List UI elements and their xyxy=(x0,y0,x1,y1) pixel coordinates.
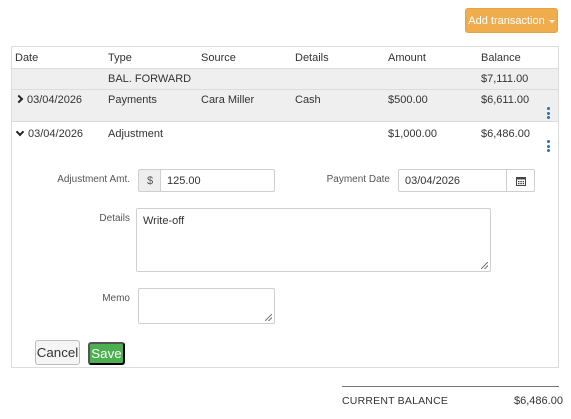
payment-date-label: Payment Date xyxy=(326,174,390,185)
kebab-menu-icon[interactable] xyxy=(546,140,550,152)
row-date-cell: 03/04/2026 xyxy=(15,127,84,140)
header-source: Source xyxy=(201,52,236,64)
adjustment-amount-input[interactable]: 125.00 xyxy=(160,169,275,192)
caret-down-icon xyxy=(548,19,555,23)
row-type: Adjustment xyxy=(108,128,164,140)
header-type: Type xyxy=(108,52,132,64)
table-header: Date Type Source Details Amount Balance xyxy=(12,47,558,69)
table-row-payment[interactable]: 03/04/2026 Payments Cara Miller Cash $50… xyxy=(12,89,558,122)
row-type: Payments xyxy=(108,94,157,106)
resize-grip-icon[interactable] xyxy=(481,262,488,269)
current-balance-value: $6,486.00 xyxy=(514,395,563,407)
kebab-menu-icon[interactable] xyxy=(546,107,550,119)
adjustment-amount-value: 125.00 xyxy=(167,174,201,187)
cancel-button[interactable]: Cancel xyxy=(35,340,80,365)
memo-textarea[interactable] xyxy=(138,288,275,324)
payment-date-input[interactable]: 03/04/2026 xyxy=(398,169,507,192)
table-row-adjustment[interactable]: 03/04/2026 Adjustment $1,000.00 $6,486.0… xyxy=(12,123,558,153)
header-balance: Balance xyxy=(481,52,521,64)
row-amount: $1,000.00 xyxy=(388,128,437,140)
chevron-right-icon[interactable] xyxy=(14,94,24,104)
row-details: Cash xyxy=(295,94,321,106)
details-label: Details xyxy=(99,213,130,224)
row-balance: $6,486.00 xyxy=(481,128,530,140)
header-date: Date xyxy=(15,52,39,64)
row-balance: $6,611.00 xyxy=(481,94,530,106)
adjustment-amount-label: Adjustment Amt. xyxy=(57,174,130,185)
save-button[interactable]: Save xyxy=(88,342,125,365)
details-value: Write-off xyxy=(143,215,185,227)
add-transaction-button[interactable]: Add transaction xyxy=(465,8,558,33)
header-amount: Amount xyxy=(388,52,426,64)
row-type: BAL. FORWARD xyxy=(108,73,192,85)
row-amount: $500.00 xyxy=(388,94,428,106)
resize-grip-icon[interactable] xyxy=(265,314,272,321)
row-source: Cara Miller xyxy=(201,94,255,106)
row-balance: $7,111.00 xyxy=(481,73,529,85)
calendar-icon xyxy=(515,176,526,186)
header-details: Details xyxy=(295,52,329,64)
current-balance-label: CURRENT BALANCE xyxy=(342,395,449,407)
add-transaction-label: Add transaction xyxy=(468,14,545,27)
total-divider xyxy=(342,386,559,387)
row-date-cell: 03/04/2026 xyxy=(14,94,83,106)
row-date: 03/04/2026 xyxy=(27,94,83,106)
transactions-panel: Date Type Source Details Amount Balance … xyxy=(11,46,559,368)
row-date: 03/04/2026 xyxy=(28,128,84,140)
memo-label: Memo xyxy=(102,293,130,304)
table-row-balance-forward: BAL. FORWARD $7,111.00 xyxy=(12,69,558,89)
payment-date-value: 03/04/2026 xyxy=(405,174,461,187)
date-picker-button[interactable] xyxy=(506,169,535,192)
details-textarea[interactable]: Write-off xyxy=(136,208,491,272)
currency-addon: $ xyxy=(138,169,161,192)
chevron-down-icon[interactable] xyxy=(15,127,25,137)
